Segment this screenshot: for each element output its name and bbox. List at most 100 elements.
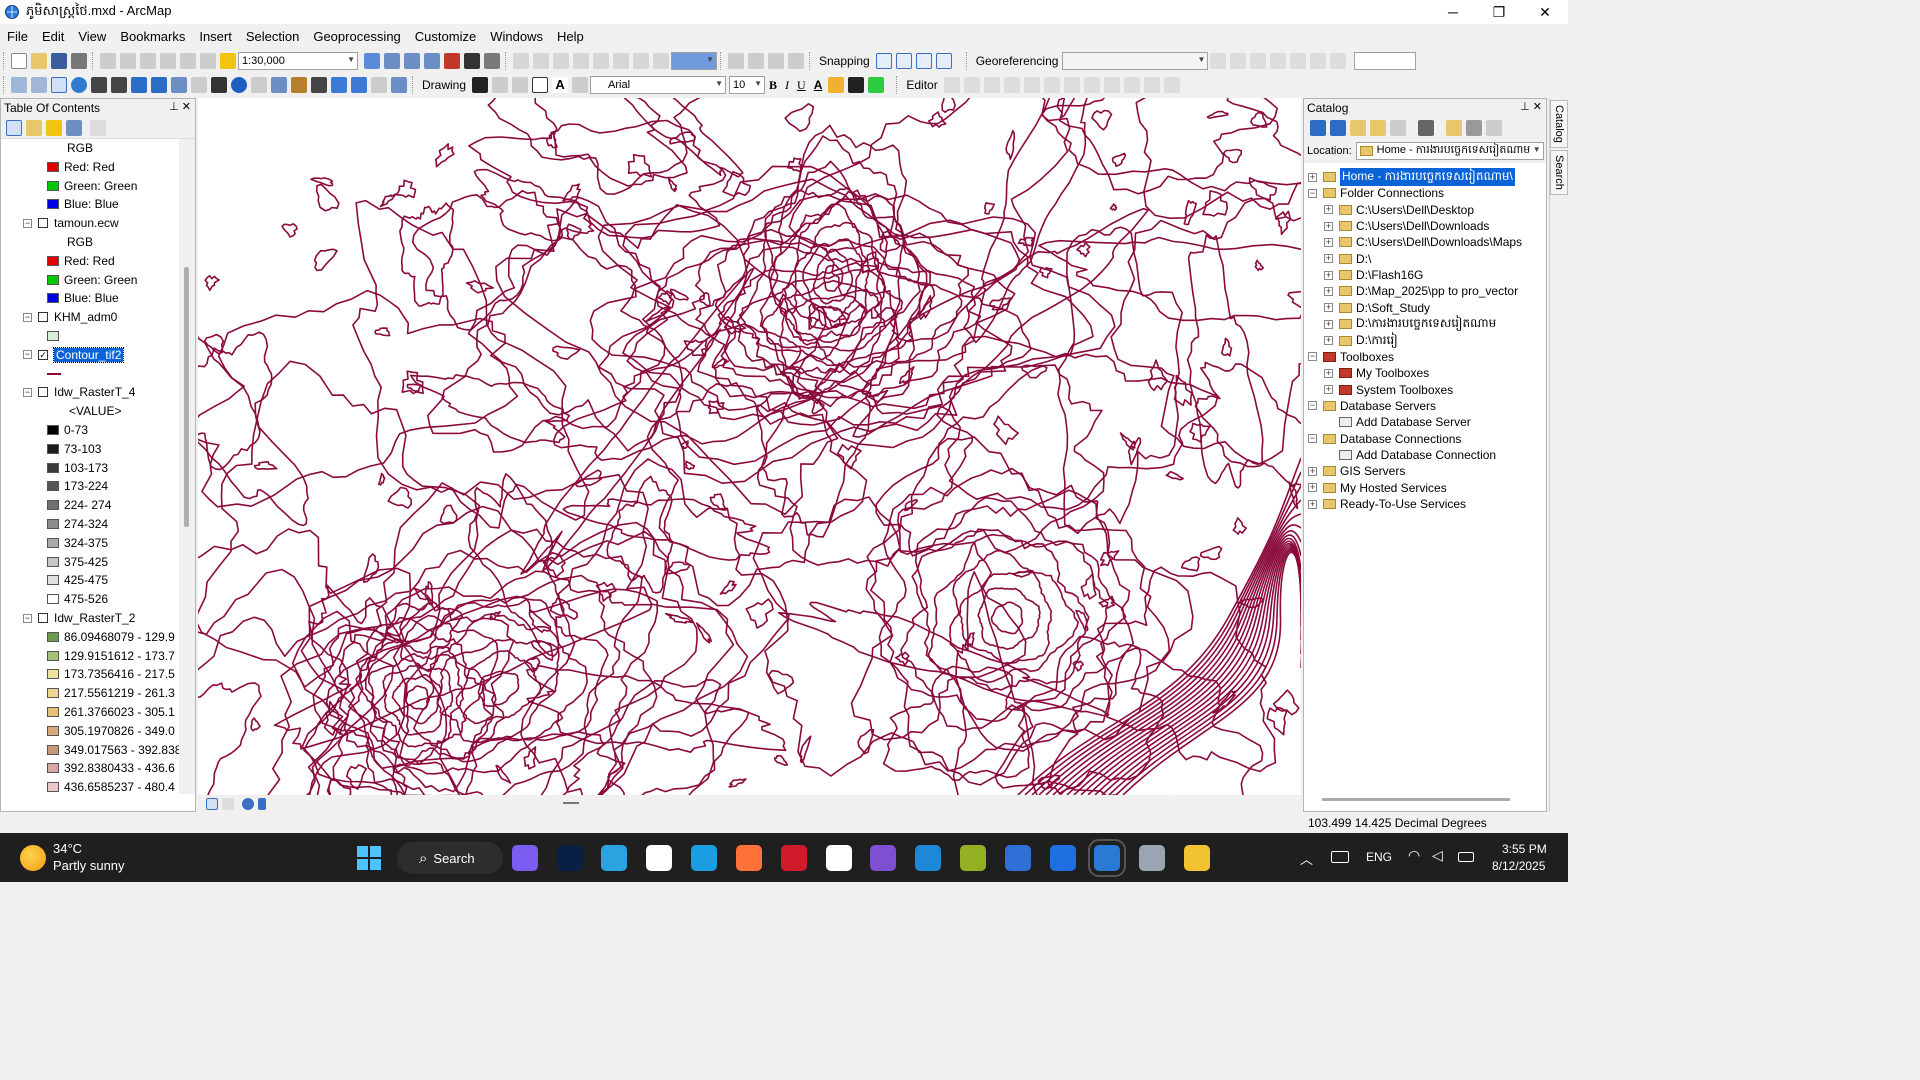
list-by-selection-icon[interactable] bbox=[66, 119, 82, 136]
catalog-tree-item[interactable]: + C:\Users\Dell\Downloads\Maps bbox=[1324, 234, 1522, 250]
fixed-zoom-out-icon[interactable] bbox=[111, 77, 127, 93]
tree-expander-icon[interactable]: + bbox=[1308, 466, 1317, 476]
italic-button[interactable]: I bbox=[785, 78, 789, 93]
layout-tool-icon[interactable] bbox=[593, 53, 609, 69]
search-window-icon[interactable] bbox=[424, 53, 440, 69]
tree-expander-icon[interactable]: − bbox=[1308, 434, 1317, 444]
toc-layer-row[interactable]: − Idw_RasterT_2 bbox=[23, 609, 135, 627]
legend-swatch[interactable] bbox=[47, 500, 59, 511]
tree-expander-icon[interactable]: + bbox=[1324, 336, 1333, 345]
hyperlink-icon[interactable] bbox=[251, 77, 267, 93]
map-view[interactable] bbox=[198, 98, 1301, 795]
georef-tool-icon[interactable] bbox=[1330, 53, 1347, 69]
legend-swatch[interactable] bbox=[47, 293, 59, 304]
georef-tool-icon[interactable] bbox=[1310, 53, 1327, 69]
catalog-tree-item[interactable]: − Database Servers bbox=[1308, 398, 1436, 414]
new-document-icon[interactable] bbox=[11, 53, 27, 69]
catalog-tree-item[interactable]: + D:\ការងារបច្ចេកទេសរៀតណាម bbox=[1324, 316, 1496, 332]
font-size-combo[interactable]: 10 ▼ bbox=[729, 76, 766, 94]
toc-layer-row[interactable]: − tamoun.ecw bbox=[23, 214, 119, 232]
select-features-icon[interactable] bbox=[171, 77, 187, 93]
layout-tool-icon[interactable] bbox=[788, 53, 804, 69]
font-color-button[interactable]: A bbox=[814, 78, 823, 92]
catalog-tree-item[interactable]: + C:\Users\Dell\Downloads bbox=[1324, 218, 1489, 234]
go-to-xy-icon[interactable] bbox=[351, 77, 367, 93]
find-route-icon[interactable] bbox=[331, 77, 347, 93]
html-popup-icon[interactable] bbox=[271, 77, 287, 93]
save-icon[interactable] bbox=[51, 53, 67, 69]
views-icon[interactable] bbox=[1418, 120, 1434, 136]
battery-icon[interactable] bbox=[1458, 852, 1474, 862]
go-forward-icon[interactable] bbox=[151, 77, 167, 93]
edit-tool-icon[interactable] bbox=[1163, 77, 1180, 93]
legend-swatch[interactable] bbox=[47, 519, 59, 529]
layout-tool-icon[interactable] bbox=[768, 53, 784, 69]
fixed-zoom-in-icon[interactable] bbox=[91, 77, 107, 93]
arctoolbox-icon[interactable] bbox=[444, 53, 460, 69]
create-viewer-icon[interactable] bbox=[391, 77, 407, 93]
catalog-tree-item[interactable]: − Database Connections bbox=[1308, 431, 1461, 447]
connect-folder-icon[interactable] bbox=[1390, 120, 1406, 136]
catalog-tree-item[interactable]: + C:\Users\Dell\Desktop bbox=[1324, 202, 1474, 218]
menu-customize[interactable]: Customize bbox=[408, 29, 483, 44]
tree-expander-icon[interactable]: + bbox=[1324, 237, 1333, 247]
wifi-icon[interactable]: ◠ bbox=[1408, 847, 1420, 864]
photoshop-app-icon[interactable] bbox=[557, 845, 583, 871]
layout-tool-icon[interactable] bbox=[553, 53, 569, 69]
edit-tool-icon[interactable] bbox=[1003, 77, 1020, 93]
visual-studio-app-icon[interactable] bbox=[870, 845, 896, 871]
select-elements-icon[interactable] bbox=[211, 77, 227, 93]
layout-tool-icon[interactable] bbox=[748, 53, 764, 69]
zoom-whole-page-icon[interactable] bbox=[512, 77, 529, 93]
editor-toolbar-icon[interactable] bbox=[364, 53, 380, 69]
menu-bookmarks[interactable]: Bookmarks bbox=[113, 29, 192, 44]
vscode-app-icon[interactable] bbox=[915, 845, 941, 871]
clear-selection-icon[interactable] bbox=[191, 77, 207, 93]
edge-app-icon[interactable] bbox=[691, 845, 717, 871]
layer-visibility-checkbox[interactable] bbox=[38, 387, 48, 398]
legend-swatch[interactable] bbox=[47, 537, 59, 548]
add-data-icon[interactable] bbox=[220, 53, 236, 69]
taskbar-search-box[interactable]: ⌕ Search bbox=[397, 842, 503, 874]
arcmap-app-icon[interactable] bbox=[1088, 839, 1126, 877]
edit-tool-icon[interactable] bbox=[983, 77, 1000, 93]
cut-icon[interactable] bbox=[100, 53, 116, 69]
layer-visibility-checkbox[interactable] bbox=[38, 312, 48, 323]
globe-app-icon[interactable] bbox=[1139, 845, 1165, 871]
zoom-out-icon[interactable] bbox=[31, 77, 47, 93]
paste-icon[interactable] bbox=[140, 53, 156, 69]
legend-swatch[interactable] bbox=[47, 180, 59, 191]
clock-time[interactable]: 3:55 PM bbox=[1502, 842, 1547, 856]
full-extent-icon[interactable] bbox=[71, 77, 87, 93]
layout-tool-icon[interactable] bbox=[513, 53, 529, 69]
catalog-tree-item[interactable]: + D:\Map_2025\pp to pro_vector bbox=[1324, 283, 1518, 299]
copilot-app-icon[interactable] bbox=[512, 845, 538, 871]
drawing-menu[interactable]: Drawing bbox=[422, 78, 466, 92]
weather-temp[interactable]: 34°C bbox=[53, 841, 82, 856]
vertex-snapping-icon[interactable] bbox=[915, 53, 932, 69]
edit-tool-icon[interactable] bbox=[1043, 77, 1060, 93]
legend-swatch[interactable] bbox=[47, 707, 59, 717]
toc-scrollbar[interactable] bbox=[179, 139, 195, 794]
undo-icon[interactable] bbox=[180, 53, 196, 69]
collapse-toggle-icon[interactable]: − bbox=[23, 350, 32, 360]
toc-layer-row[interactable]: − KHM_adm0 bbox=[23, 308, 117, 326]
point-snapping-icon[interactable] bbox=[875, 53, 892, 69]
legend-swatch[interactable] bbox=[47, 255, 59, 266]
horizontal-scroll-grip[interactable] bbox=[563, 802, 579, 804]
store-app-icon[interactable] bbox=[646, 845, 672, 871]
layout-tool-icon[interactable] bbox=[533, 53, 549, 69]
georef-tool-icon[interactable] bbox=[1230, 53, 1247, 69]
georef-tool-icon[interactable] bbox=[1250, 53, 1267, 69]
legend-swatch[interactable] bbox=[47, 594, 59, 605]
layout-tool-icon[interactable] bbox=[653, 53, 669, 69]
rotation-input[interactable] bbox=[1354, 52, 1417, 70]
line-color-icon[interactable] bbox=[848, 77, 865, 93]
end-snapping-icon[interactable] bbox=[895, 53, 912, 69]
tree-expander-icon[interactable]: + bbox=[1308, 172, 1317, 182]
legend-swatch[interactable] bbox=[47, 688, 59, 699]
menu-edit[interactable]: Edit bbox=[35, 29, 71, 44]
list-by-visibility-icon[interactable] bbox=[46, 119, 62, 136]
underline-button[interactable]: U bbox=[797, 78, 806, 93]
georeferencing-menu[interactable]: Georeferencing bbox=[976, 54, 1059, 68]
